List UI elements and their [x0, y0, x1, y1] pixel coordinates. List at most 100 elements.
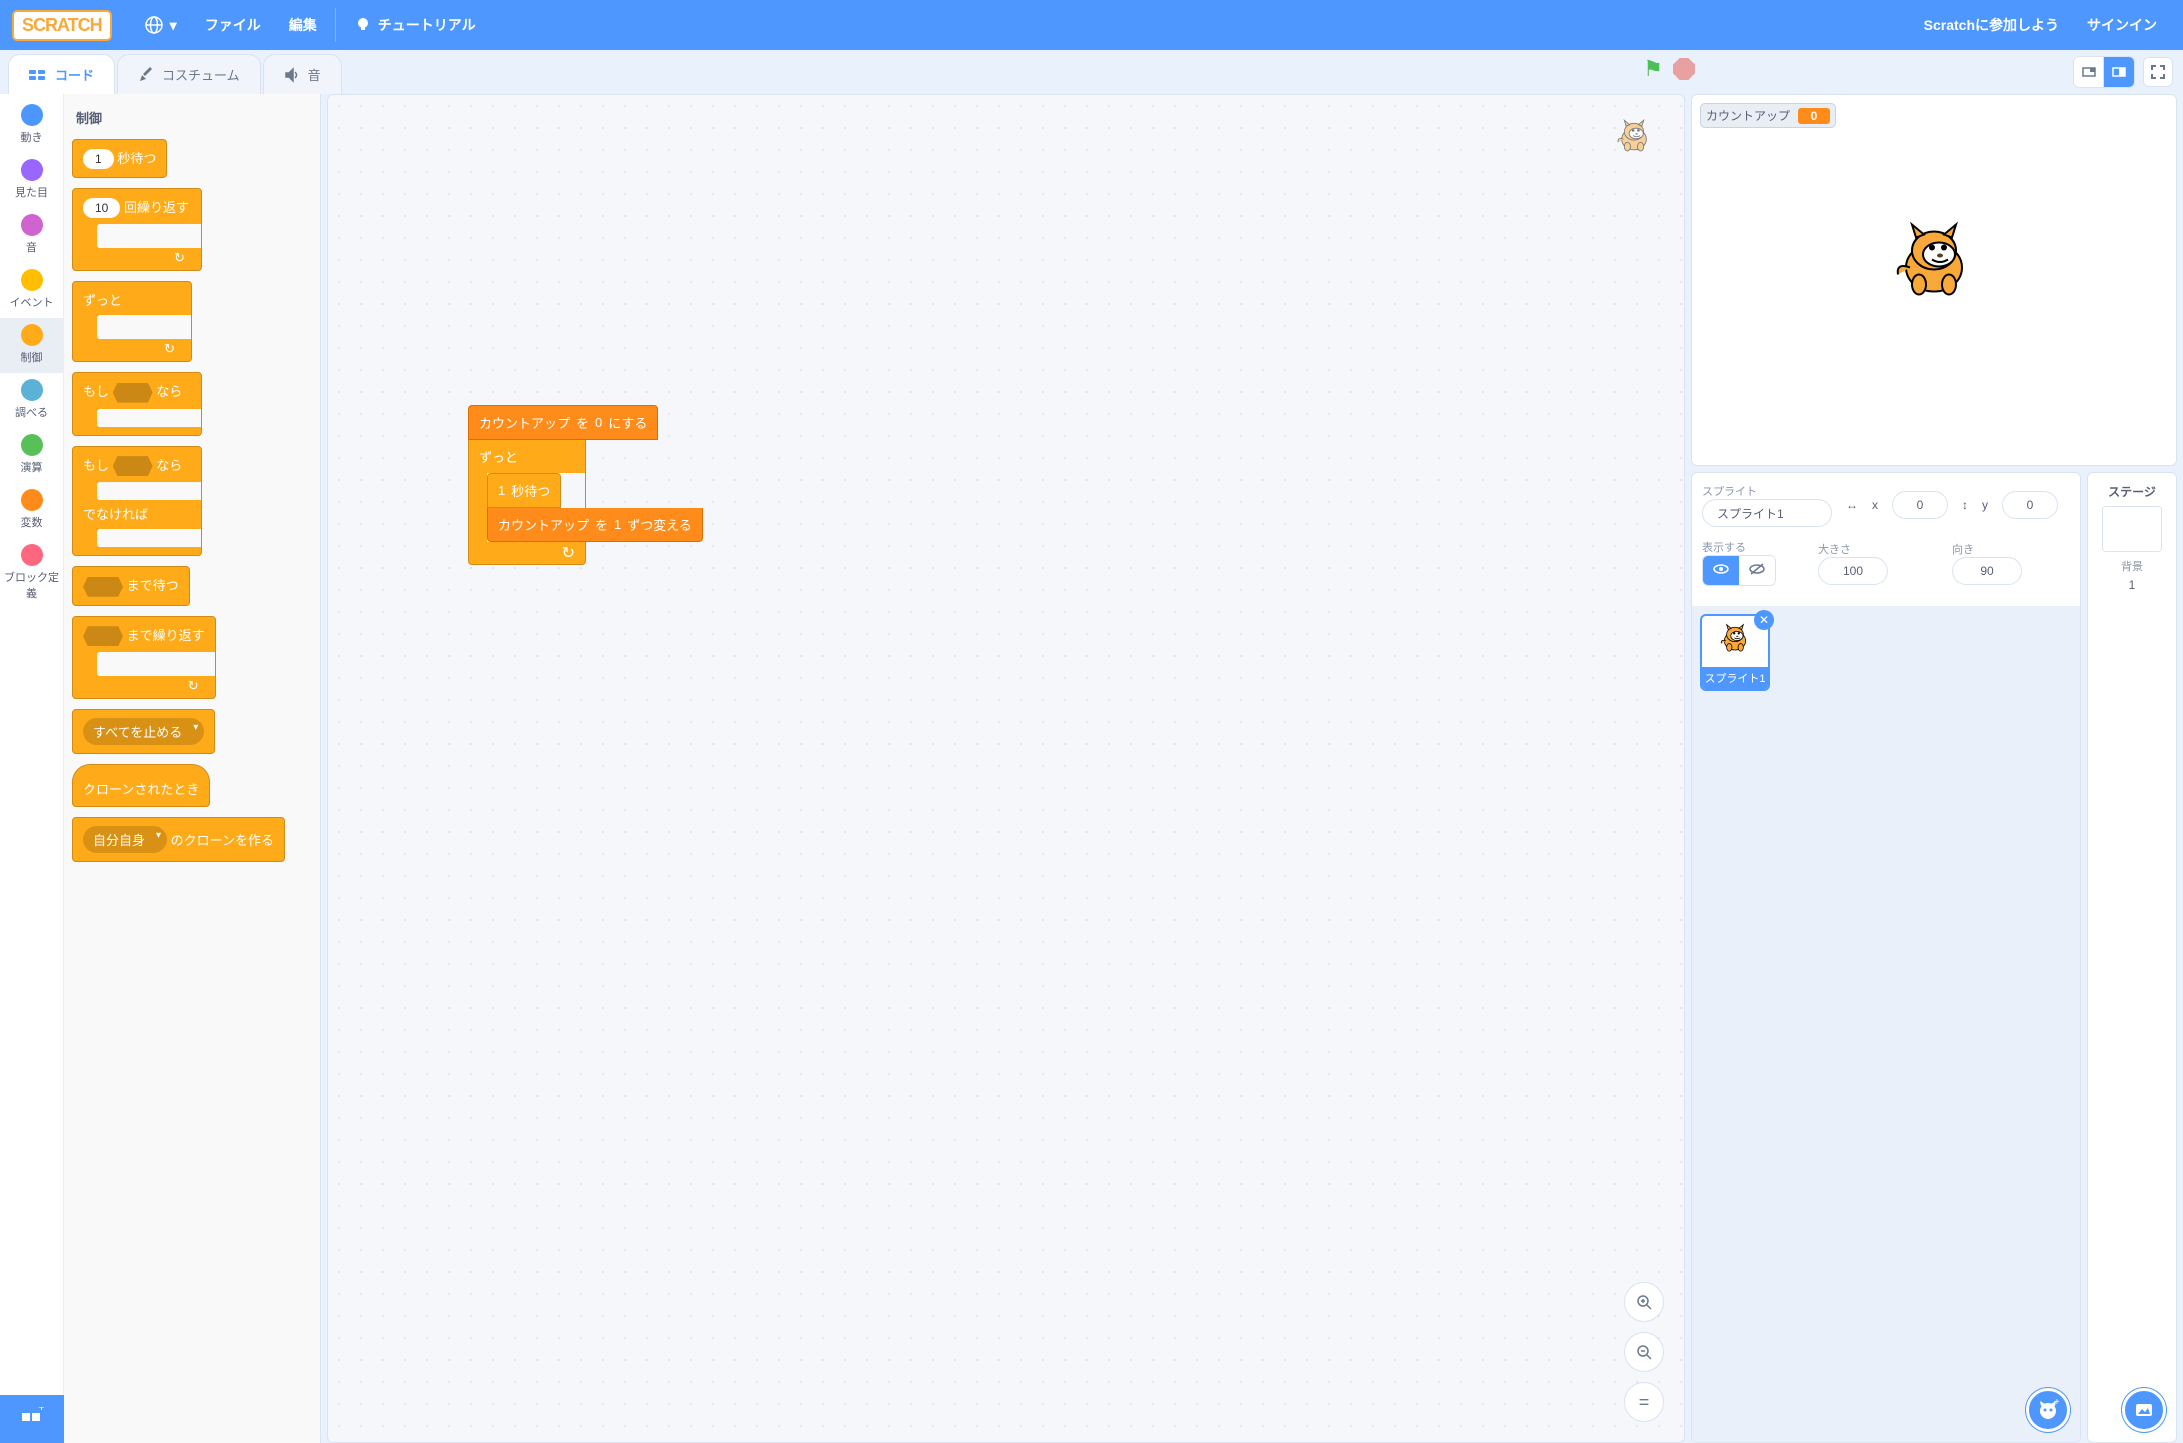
script-stack[interactable]: カウントアップ を 0 にする ずっと 1 秒待つ カウントアップ を 1 ずつ [468, 405, 658, 565]
sprite-name-input[interactable] [1702, 499, 1832, 527]
brush-icon [138, 67, 154, 83]
variable-monitor-value: 0 [1798, 108, 1830, 124]
cat-events[interactable]: イベント [0, 263, 64, 318]
add-extension-button[interactable]: + [0, 1395, 64, 1443]
zoom-out-button[interactable] [1624, 1332, 1664, 1372]
sprite-list: ✕ スプライト1 [1692, 606, 2080, 1442]
extension-icon: + [20, 1407, 44, 1431]
xy-arrows-icon: ↔ [1846, 498, 1858, 512]
large-stage-button[interactable] [2104, 57, 2134, 87]
sprite-on-stage[interactable] [1884, 213, 1984, 318]
language-menu[interactable]: ▾ [130, 0, 191, 50]
stage[interactable]: カウントアップ 0 [1691, 94, 2177, 466]
variable-monitor[interactable]: カウントアップ 0 [1700, 103, 1836, 128]
tab-costumes[interactable]: コスチューム [117, 54, 261, 94]
zoom-reset-button[interactable]: = [1624, 1382, 1664, 1422]
sprite-tile[interactable]: ✕ スプライト1 [1700, 614, 1770, 691]
visibility-toggle [1702, 555, 1776, 586]
block-if-else[interactable]: もし なら でなければ [72, 446, 202, 557]
cat-face-icon: + [2037, 1399, 2059, 1421]
fullscreen-button[interactable] [2143, 57, 2173, 87]
cat-control[interactable]: 制御 [0, 318, 64, 373]
sprite-thumbnail-watermark [1612, 115, 1664, 167]
block-stop[interactable]: すべてを止める [72, 709, 215, 754]
signin-link[interactable]: サインイン [2073, 0, 2171, 50]
script-workspace[interactable]: カウントアップ を 0 にする ずっと 1 秒待つ カウントアップ を 1 ずつ [327, 94, 1685, 1443]
zoom-controls: = [1624, 1282, 1664, 1422]
cat-sensing[interactable]: 調べる [0, 373, 64, 428]
tab-code-label: コード [55, 65, 94, 84]
block-wait[interactable]: 1 秒待つ [72, 139, 167, 178]
backdrops-count: 1 [2094, 578, 2170, 592]
y-arrows-icon: ↕ [1962, 498, 1968, 512]
tab-sounds[interactable]: 音 [263, 54, 342, 94]
block-wait-until[interactable]: まで待つ [72, 566, 190, 606]
edit-menu[interactable]: 編集 [275, 0, 331, 50]
sound-icon [284, 67, 300, 83]
block-palette[interactable]: 制御 1 秒待つ 10 回繰り返す ↻ ずっと ↻ もし なら [64, 94, 320, 1443]
scratch-logo[interactable]: SCRATCH [12, 10, 112, 41]
cat-operators[interactable]: 演算 [0, 428, 64, 483]
size-label: 大きさ [1818, 541, 1888, 557]
cat-looks[interactable]: 見た目 [0, 153, 64, 208]
cat-myblocks[interactable]: ブロック定義 [0, 538, 64, 609]
code-icon [29, 68, 47, 82]
tutorials-button[interactable]: チュートリアル [340, 0, 490, 50]
loop-arrow-icon: ↻ [83, 341, 181, 357]
variable-monitor-name: カウントアップ [1706, 107, 1790, 124]
svg-text:+: + [38, 1407, 44, 1414]
loop-arrow-icon: ↻ [469, 542, 585, 564]
info-row: スプライト ↔ x ↕ y 表示する [1691, 472, 2177, 1443]
sprite-y-input[interactable] [2002, 491, 2058, 519]
file-menu[interactable]: ファイル [191, 0, 275, 50]
join-link[interactable]: Scratchに参加しよう [1910, 0, 2073, 50]
loop-arrow-icon: ↻ [83, 250, 191, 266]
stage-thumbnail[interactable] [2102, 506, 2162, 552]
tab-sounds-label: 音 [308, 65, 321, 84]
block-wait-ws[interactable]: 1 秒待つ [487, 473, 561, 508]
cat-sound[interactable]: 音 [0, 208, 64, 263]
svg-text:+: + [2054, 1399, 2059, 1408]
show-label: 表示する [1702, 539, 1776, 555]
menu-divider [335, 8, 336, 42]
sprite-tile-label: スプライト1 [1702, 667, 1768, 689]
tab-code[interactable]: コード [8, 54, 115, 94]
zoom-in-button[interactable] [1624, 1282, 1664, 1322]
chevron-down-icon: ▾ [170, 17, 177, 34]
landscape-icon [2134, 1400, 2154, 1420]
block-forever-ws[interactable]: ずっと 1 秒待つ カウントアップ を 1 ずつ変える ↻ [468, 440, 586, 565]
block-create-clone[interactable]: 自分自身 のクローンを作る [72, 817, 285, 862]
hide-button[interactable] [1739, 556, 1775, 585]
stop-button[interactable] [1673, 58, 1695, 80]
sprite-size-input[interactable] [1818, 557, 1888, 585]
small-stage-button[interactable] [2074, 57, 2104, 87]
tutorials-label: チュートリアル [378, 15, 476, 35]
block-change-variable[interactable]: カウントアップ を 1 ずつ変える [487, 508, 703, 542]
stage-selector[interactable]: ステージ 背景 1 [2087, 472, 2177, 1443]
stage-title: ステージ [2094, 483, 2170, 500]
sprite-info-panel: スプライト ↔ x ↕ y 表示する [1691, 472, 2081, 1443]
block-forever[interactable]: ずっと ↻ [72, 281, 192, 362]
block-repeat-until[interactable]: まで繰り返す ↻ [72, 616, 216, 700]
menubar: SCRATCH ▾ ファイル 編集 チュートリアル Scratchに参加しよう … [0, 0, 2183, 50]
green-flag-button[interactable]: ⚑ [1643, 56, 1663, 82]
block-if[interactable]: もし なら [72, 372, 202, 436]
delete-sprite-button[interactable]: ✕ [1754, 610, 1774, 630]
add-sprite-button[interactable]: + [2026, 1388, 2070, 1432]
category-list: 動き 見た目 音 イベント 制御 調べる 演算 変数 ブロック定義 + [0, 94, 64, 1443]
block-set-variable[interactable]: カウントアップ を 0 にする [468, 405, 658, 440]
cat-motion[interactable]: 動き [0, 98, 64, 153]
backdrops-label: 背景 [2094, 558, 2170, 574]
sprite-x-input[interactable] [1892, 491, 1948, 519]
globe-icon [144, 15, 164, 35]
add-backdrop-button[interactable] [2122, 1388, 2166, 1432]
block-repeat[interactable]: 10 回繰り返す ↻ [72, 188, 202, 271]
direction-label: 向き [1952, 541, 2022, 557]
cat-variables[interactable]: 変数 [0, 483, 64, 538]
sprite-label: スプライト [1702, 483, 1832, 499]
stage-run-controls: ⚑ [1643, 56, 1695, 82]
show-button[interactable] [1703, 556, 1739, 585]
lightbulb-icon [354, 16, 372, 34]
sprite-direction-input[interactable] [1952, 557, 2022, 585]
block-when-clone[interactable]: クローンされたとき [72, 764, 210, 807]
